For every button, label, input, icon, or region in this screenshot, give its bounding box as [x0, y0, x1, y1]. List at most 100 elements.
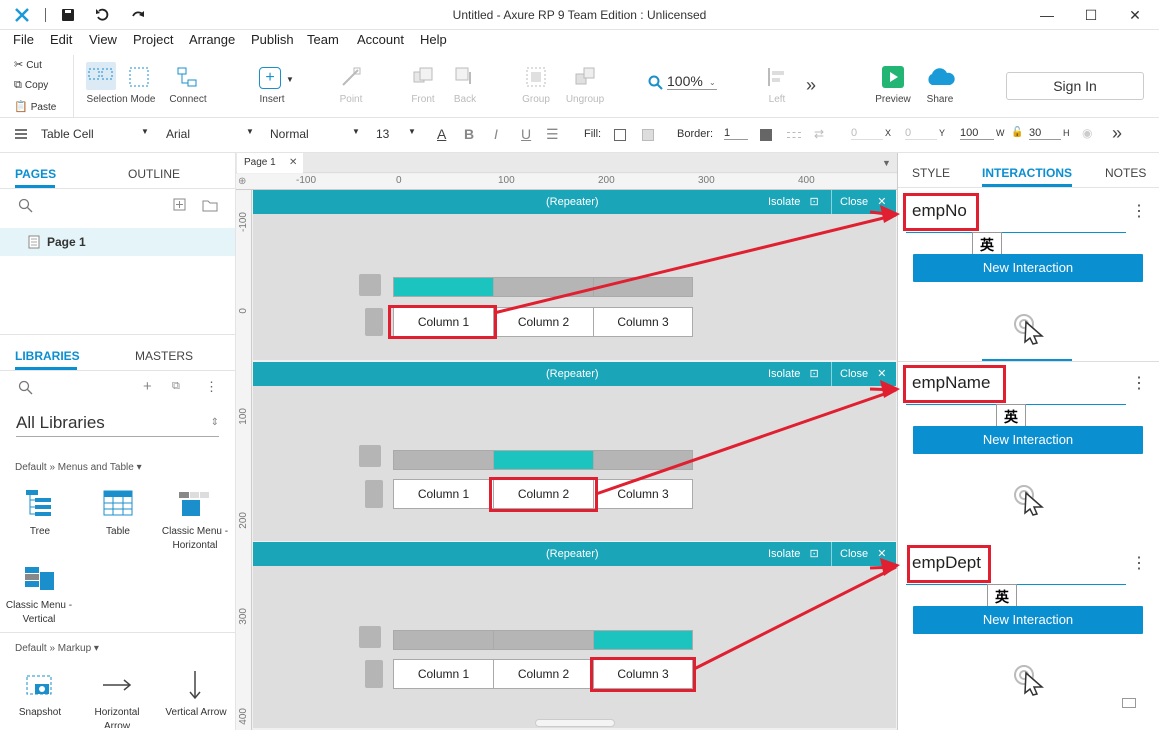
- font-family-select[interactable]: Arial ▼: [166, 127, 256, 141]
- border-color-swatch[interactable]: [760, 129, 772, 141]
- new-interaction-button[interactable]: New Interaction: [913, 254, 1143, 282]
- tab-outline[interactable]: OUTLINE: [128, 167, 180, 181]
- menu-account[interactable]: Account: [357, 32, 404, 47]
- cloud-share-icon[interactable]: [924, 66, 956, 88]
- add-library-icon[interactable]: +: [143, 378, 152, 395]
- header-cell[interactable]: [593, 450, 693, 470]
- tab-libraries[interactable]: LIBRARIES: [15, 349, 80, 363]
- maximize-button[interactable]: ☐: [1068, 0, 1114, 30]
- classic-menu-horizontal-icon[interactable]: [178, 490, 210, 518]
- more-format-icon[interactable]: »: [1112, 123, 1122, 144]
- library-group-menus[interactable]: Default » Menus and Table ▾: [15, 462, 142, 473]
- library-group-markup[interactable]: Default » Markup ▾: [15, 643, 99, 654]
- page-list-item[interactable]: Page 1: [0, 228, 235, 256]
- table-cell[interactable]: Column 3: [593, 307, 693, 337]
- visibility-icon[interactable]: ◉: [1082, 126, 1092, 140]
- border-width-input[interactable]: 1: [724, 127, 748, 140]
- fill-image-icon[interactable]: [642, 129, 654, 141]
- fill-color-swatch[interactable]: [614, 129, 626, 141]
- preview-button[interactable]: [882, 66, 904, 88]
- table-cell[interactable]: Column 1: [393, 659, 494, 689]
- save-icon[interactable]: [61, 8, 75, 22]
- horizontal-arrow-widget-icon[interactable]: [102, 678, 132, 692]
- header-cell[interactable]: [493, 277, 594, 297]
- insert-dropdown-icon[interactable]: ▼: [286, 75, 294, 84]
- repeater-handle[interactable]: [359, 274, 381, 296]
- font-size-select[interactable]: 13 ▼: [376, 127, 416, 141]
- menu-team[interactable]: Team: [307, 32, 339, 47]
- isolate-button[interactable]: Isolate ⊡: [768, 542, 819, 566]
- vertical-arrow-widget-icon[interactable]: [188, 670, 202, 700]
- section-menu-icon[interactable]: ⋮: [1131, 373, 1147, 393]
- minimize-button[interactable]: —: [1024, 0, 1070, 30]
- y-input[interactable]: 0: [905, 127, 937, 140]
- add-page-icon[interactable]: [173, 198, 187, 212]
- menu-edit[interactable]: Edit: [50, 32, 72, 47]
- header-cell[interactable]: [393, 450, 494, 470]
- library-select[interactable]: All Libraries ⇕: [16, 413, 219, 437]
- tab-style[interactable]: STYLE: [912, 166, 950, 180]
- redo-icon[interactable]: [130, 7, 146, 23]
- bold-icon[interactable]: B: [464, 126, 474, 142]
- header-cell[interactable]: [393, 630, 494, 650]
- zoom-dropdown-icon[interactable]: ⌄: [709, 78, 716, 87]
- lock-icon[interactable]: 🔓: [1011, 127, 1023, 138]
- repeater-row-handle[interactable]: [365, 308, 383, 336]
- horizontal-scrollbar[interactable]: [535, 719, 615, 727]
- font-weight-select[interactable]: Normal ▼: [270, 127, 360, 141]
- table-cell[interactable]: Column 1: [393, 479, 494, 509]
- menu-publish[interactable]: Publish: [251, 32, 294, 47]
- paste-button[interactable]: 📋 Paste: [14, 100, 56, 113]
- snapshot-widget-icon[interactable]: [26, 674, 54, 698]
- menu-view[interactable]: View: [89, 32, 117, 47]
- repeater-handle[interactable]: [359, 626, 381, 648]
- section-menu-icon[interactable]: ⋮: [1131, 201, 1147, 221]
- table-cell[interactable]: Column 2: [493, 659, 594, 689]
- font-color-icon[interactable]: A: [437, 126, 446, 142]
- panel-dock-icon[interactable]: [1122, 698, 1136, 708]
- sign-in-button[interactable]: Sign In: [1006, 72, 1144, 100]
- italic-icon[interactable]: I: [494, 126, 498, 142]
- header-cell[interactable]: [593, 277, 693, 297]
- new-interaction-button[interactable]: New Interaction: [913, 426, 1143, 454]
- header-cell[interactable]: [593, 630, 693, 650]
- more-tools-icon[interactable]: »: [806, 75, 816, 96]
- selection-box-icon[interactable]: [128, 66, 150, 88]
- header-cell[interactable]: [493, 630, 594, 650]
- selection-mode-button[interactable]: [86, 62, 116, 90]
- library-options-icon[interactable]: ⧉: [172, 380, 180, 393]
- header-cell[interactable]: [393, 277, 494, 297]
- list-icon[interactable]: ☰: [546, 126, 559, 143]
- menu-help[interactable]: Help: [420, 32, 447, 47]
- tree-widget-icon[interactable]: [25, 488, 55, 518]
- undo-icon[interactable]: [95, 7, 111, 23]
- add-folder-icon[interactable]: [202, 198, 218, 212]
- tab-dropdown-icon[interactable]: ▼: [882, 158, 891, 168]
- tab-interactions[interactable]: INTERACTIONS: [982, 166, 1072, 180]
- repeater-row-handle[interactable]: [365, 480, 383, 508]
- menu-project[interactable]: Project: [133, 32, 173, 47]
- repeater-handle[interactable]: [359, 445, 381, 467]
- isolate-button[interactable]: Isolate ⊡: [768, 362, 819, 386]
- width-input[interactable]: 100: [960, 127, 994, 140]
- copy-button[interactable]: ⧉ Copy: [14, 79, 48, 92]
- tab-masters[interactable]: MASTERS: [135, 349, 193, 363]
- height-input[interactable]: 30: [1029, 127, 1061, 140]
- menu-file[interactable]: File: [13, 32, 34, 47]
- new-interaction-button[interactable]: New Interaction: [913, 606, 1143, 634]
- close-tab-icon[interactable]: ✕: [289, 153, 297, 173]
- table-widget-icon[interactable]: [103, 490, 133, 516]
- underline-icon[interactable]: U: [521, 126, 531, 142]
- header-cell[interactable]: [493, 450, 594, 470]
- libraries-search-icon[interactable]: [18, 380, 34, 396]
- menu-arrange[interactable]: Arrange: [189, 32, 235, 47]
- insert-plus-icon[interactable]: +: [259, 67, 281, 89]
- close-window-button[interactable]: ✕: [1112, 0, 1158, 30]
- section-menu-icon[interactable]: ⋮: [1131, 553, 1147, 573]
- close-repeater-button[interactable]: Close ✕: [840, 362, 886, 386]
- page-tab[interactable]: Page 1 ✕: [237, 153, 303, 173]
- pages-search-icon[interactable]: [18, 198, 34, 214]
- library-menu-icon[interactable]: ⋮: [205, 379, 218, 395]
- isolate-button[interactable]: Isolate ⊡: [768, 190, 819, 214]
- widget-type-select[interactable]: Table Cell ▼: [41, 127, 151, 141]
